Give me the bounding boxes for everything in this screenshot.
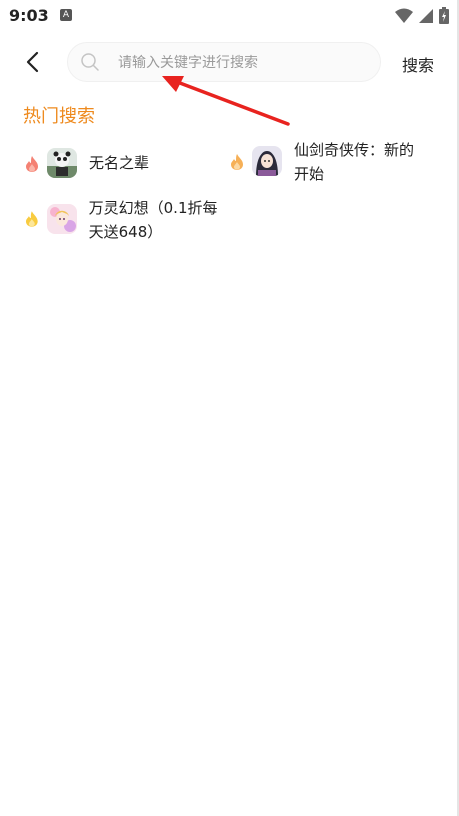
search-button[interactable]: 搜索 bbox=[402, 52, 434, 76]
game-name: 仙剑奇侠传：新的开始 bbox=[294, 141, 415, 183]
search-input[interactable] bbox=[116, 43, 370, 83]
hot-search-item[interactable]: 万灵幻想（0.1折每天送648） bbox=[25, 196, 225, 244]
status-icons bbox=[395, 7, 449, 24]
a-icon: A bbox=[60, 9, 72, 21]
hot-search-title: 热门搜索 bbox=[23, 106, 95, 127]
back-arrow-icon[interactable] bbox=[20, 48, 46, 76]
search-icon bbox=[81, 53, 99, 71]
signal-icon bbox=[419, 8, 433, 23]
search-header: 搜索 bbox=[0, 40, 459, 84]
flame-icon bbox=[25, 211, 38, 227]
battery-icon bbox=[439, 7, 449, 24]
search-box[interactable] bbox=[67, 42, 381, 83]
game-name: 无名之辈 bbox=[89, 154, 150, 172]
game-name: 万灵幻想（0.1折每天送648） bbox=[88, 199, 218, 241]
status-time: 9:03 bbox=[9, 6, 49, 25]
status-bar: 9:03 A bbox=[0, 0, 459, 32]
game-avatar bbox=[252, 146, 282, 176]
wifi-icon bbox=[395, 8, 413, 23]
flame-icon bbox=[26, 156, 38, 172]
flame-icon bbox=[231, 154, 243, 170]
hot-search-item[interactable]: 仙剑奇侠传：新的开始 bbox=[230, 138, 430, 186]
game-avatar bbox=[46, 204, 77, 234]
hot-search-item[interactable]: 无名之辈 bbox=[25, 148, 215, 178]
game-avatar bbox=[47, 148, 77, 178]
